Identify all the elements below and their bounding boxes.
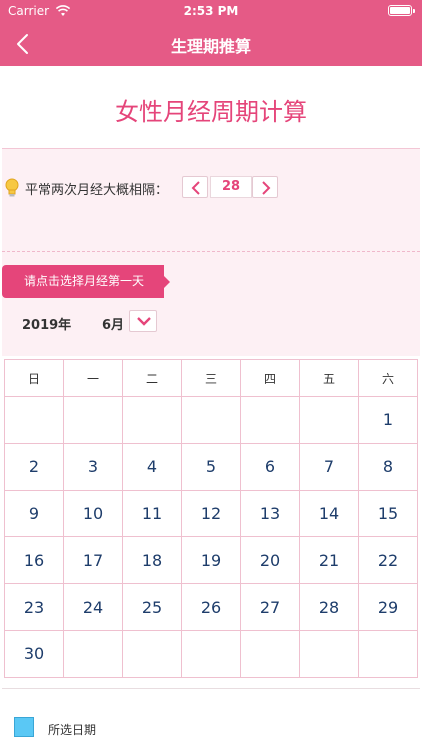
calendar-day[interactable]: 18 [122, 536, 182, 585]
weekday-header: 三 [181, 359, 241, 397]
interval-label: 平常两次月经大概相隔： [25, 183, 169, 198]
chevron-down-icon [137, 317, 151, 326]
calendar-day[interactable]: 22 [358, 536, 418, 585]
legend-swatch [14, 717, 34, 737]
lightbulb-icon [5, 178, 19, 197]
weekday-header: 六 [358, 359, 418, 397]
calendar-day[interactable]: 11 [122, 489, 182, 538]
calendar-day[interactable]: 20 [240, 536, 300, 585]
calendar-day[interactable]: 6 [240, 442, 300, 491]
calendar-day[interactable]: 14 [299, 489, 359, 538]
calendar-day[interactable]: 27 [240, 583, 300, 631]
calendar-day[interactable]: 24 [63, 583, 123, 631]
calendar-empty-cell [181, 396, 241, 444]
calendar-empty-cell [299, 396, 359, 444]
battery-icon [388, 5, 415, 16]
calendar-day[interactable]: 7 [299, 442, 359, 491]
calendar-week-row: 1 [4, 396, 418, 444]
calendar-day[interactable]: 29 [358, 583, 418, 631]
weekday-header: 一 [63, 359, 123, 397]
year-label: 2019年 [22, 318, 72, 333]
calendar-week-row: 23 24 25 26 27 28 29 [4, 583, 418, 631]
calendar-day[interactable]: 4 [122, 442, 182, 491]
chevron-right-icon [262, 181, 271, 195]
increment-button[interactable] [252, 176, 278, 198]
calendar-empty-cell [240, 396, 300, 444]
nav-title: 生理期推算 [170, 37, 251, 56]
decrement-button[interactable] [182, 176, 208, 198]
calendar-day[interactable]: 16 [4, 536, 64, 585]
calendar-day[interactable]: 5 [181, 442, 241, 491]
calendar-day[interactable]: 10 [63, 489, 123, 538]
interval-stepper: 28 [182, 176, 278, 198]
weekday-header: 五 [299, 359, 359, 397]
weekday-header-row: 日 一 二 三 四 五 六 [4, 359, 418, 397]
calendar-day[interactable]: 2 [4, 442, 64, 491]
calendar-day[interactable]: 8 [358, 442, 418, 491]
calendar-day[interactable]: 1 [358, 396, 418, 444]
month-label: 6月 [102, 318, 125, 333]
calendar-day[interactable]: 25 [122, 583, 182, 631]
weekday-header: 二 [122, 359, 182, 397]
calendar-grid: 日 一 二 三 四 五 六 1 2 3 4 5 6 7 8 9 10 11 12… [4, 359, 418, 678]
calendar-empty-cell [122, 396, 182, 444]
hint-tag: 请点击选择月经第一天 [2, 265, 170, 298]
calendar-week-row: 2 3 4 5 6 7 8 [4, 442, 418, 491]
page-title: 女性月经周期计算 [115, 98, 307, 126]
calendar-day[interactable]: 19 [181, 536, 241, 585]
calendar-empty-cell [63, 629, 123, 678]
calendar-day[interactable]: 13 [240, 489, 300, 538]
legend-label: 所选日期 [48, 723, 97, 737]
nav-bar: 生理期推算 [0, 22, 422, 66]
calendar-week-row: 30 [4, 629, 418, 678]
calendar-day[interactable]: 21 [299, 536, 359, 585]
dashed-divider [2, 251, 420, 252]
status-time: 2:53 PM [183, 4, 239, 18]
calendar-day[interactable]: 9 [4, 489, 64, 538]
calendar-week-row: 16 17 18 19 20 21 22 [4, 536, 418, 585]
weekday-header: 日 [4, 359, 64, 397]
calendar-empty-cell [122, 629, 182, 678]
calendar-day[interactable]: 26 [181, 583, 241, 631]
calendar-empty-cell [240, 629, 300, 678]
calendar-day[interactable]: 23 [4, 583, 64, 631]
calendar-empty-cell [181, 629, 241, 678]
calendar-empty-cell [63, 396, 123, 444]
calendar-day[interactable]: 15 [358, 489, 418, 538]
chevron-left-icon [191, 181, 200, 195]
calendar-empty-cell [4, 396, 64, 444]
calendar-day[interactable]: 17 [63, 536, 123, 585]
calendar-week-row: 9 10 11 12 13 14 15 [4, 489, 418, 538]
calendar-day[interactable]: 28 [299, 583, 359, 631]
month-dropdown-button[interactable] [129, 310, 157, 332]
status-bar: Carrier 2:53 PM [0, 0, 422, 22]
calendar-empty-cell [358, 629, 418, 678]
calendar-empty-cell [299, 629, 359, 678]
legend-divider [2, 688, 420, 689]
calendar-day[interactable]: 12 [181, 489, 241, 538]
weekday-header: 四 [240, 359, 300, 397]
calendar-day[interactable]: 3 [63, 442, 123, 491]
interval-value[interactable]: 28 [210, 176, 252, 198]
calendar-day[interactable]: 30 [4, 629, 64, 678]
